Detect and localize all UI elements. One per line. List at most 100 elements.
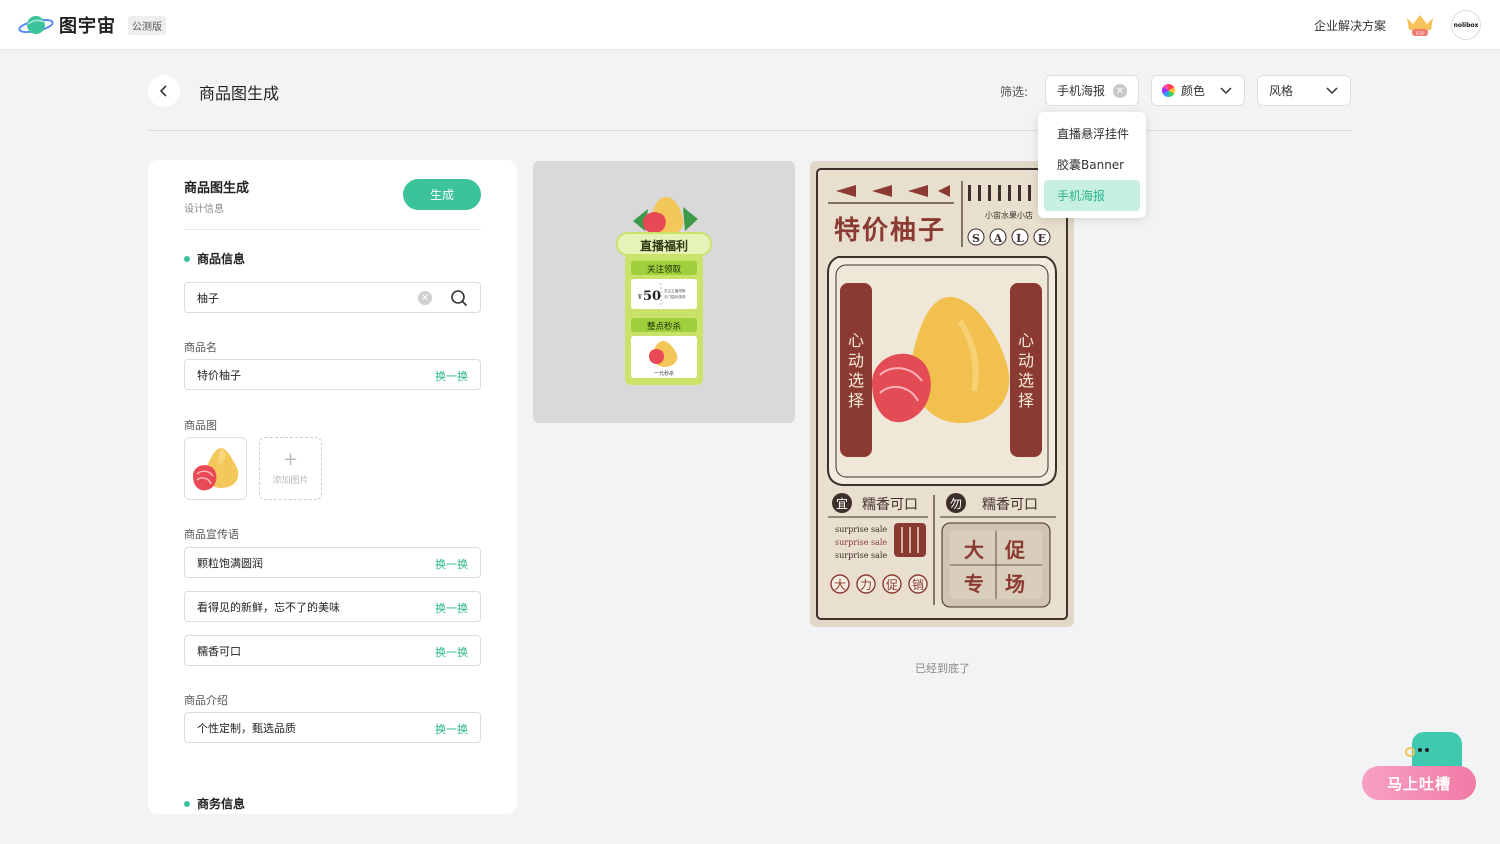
poster-headline: 特价柚子 — [834, 215, 946, 246]
flash-tag: 一元秒杀 — [654, 370, 674, 377]
top-navigation-bar: 图宇宙 公测版 企业解决方案 VIP nolibox — [0, 0, 1500, 50]
circle-char-2: 力 — [860, 578, 872, 592]
slogan-label: 商品宣传语 — [184, 528, 239, 541]
widget-title: 直播福利 — [640, 238, 688, 253]
tagline-left: 糯香可口 — [862, 497, 918, 513]
result-card-live-widget[interactable]: 直播福利 关注领取 ¥ 50 关注主播领取 无门槛优惠券 整点秒杀 一元秒杀 — [533, 161, 795, 423]
poster-preview: 小宙水果小店 特价柚子 S A L E 心 动 选 择 心 动 选 择 宜 糯香… — [816, 168, 1068, 620]
circle-char-1: 大 — [834, 578, 846, 592]
coupon-note-1: 关注主播领取 — [664, 288, 686, 293]
dropdown-item-live-widget[interactable]: 直播悬浮挂件 — [1044, 118, 1140, 149]
sale-letter-s: S — [972, 232, 980, 245]
dropdown-item-mobile-poster[interactable]: 手机海报 — [1044, 180, 1140, 211]
filter-type-value: 手机海报 — [1057, 84, 1106, 98]
back-button[interactable] — [148, 75, 180, 107]
flash-sale-label: 整点秒杀 — [647, 321, 682, 332]
left-side-char-2: 动 — [848, 351, 864, 370]
slogan-field-3[interactable]: 糯香可口 换一换 — [184, 635, 481, 666]
planet-logo-icon[interactable] — [18, 12, 54, 38]
poster-type-dropdown: 直播悬浮挂件 胶囊Banner 手机海报 — [1038, 112, 1146, 218]
slogan-value-2: 看得见的新鲜，忘不了的美味 — [197, 600, 340, 614]
user-avatar[interactable]: nolibox — [1451, 10, 1481, 40]
product-name-label: 商品名 — [184, 341, 217, 354]
shop-name: 小宙水果小店 — [985, 210, 1033, 220]
chevron-down-icon — [1326, 87, 1338, 95]
big-char-2: 促 — [1004, 538, 1026, 562]
brand-name[interactable]: 图宇宙 — [59, 12, 116, 38]
generate-button[interactable]: 生成 — [403, 179, 481, 210]
swap-intro-button[interactable]: 换一换 — [435, 721, 468, 737]
filter-style-select[interactable]: 风格 — [1257, 75, 1351, 106]
right-side-char-3: 选 — [1018, 371, 1034, 390]
slogan-value-1: 颗粒饱满圆润 — [197, 556, 263, 570]
add-image-label: 添加图片 — [272, 476, 309, 486]
swap-name-button[interactable]: 换一换 — [435, 368, 468, 384]
business-info-heading: 商务信息 — [184, 795, 245, 812]
product-info-label: 商品信息 — [197, 252, 246, 266]
filter-color-label: 颜色 — [1181, 84, 1206, 98]
swap-slogan-3-button[interactable]: 换一换 — [435, 644, 468, 660]
filter-type-select[interactable]: 手机海报 ✕ — [1045, 75, 1139, 106]
product-info-heading: 商品信息 — [184, 250, 245, 267]
live-widget-preview: 直播福利 关注领取 ¥ 50 关注主播领取 无门槛优惠券 整点秒杀 一元秒杀 — [616, 197, 712, 385]
sale-letter-e: E — [1038, 232, 1046, 245]
pomelo-image — [185, 438, 246, 499]
coupon-note-2: 无门槛优惠券 — [664, 294, 686, 299]
swap-slogan-1-button[interactable]: 换一换 — [435, 556, 468, 572]
product-image-thumbnail[interactable] — [184, 437, 247, 500]
search-icon[interactable] — [450, 289, 468, 307]
filter-color-select[interactable]: 颜色 — [1151, 75, 1245, 106]
intro-field[interactable]: 个性定制，甄选品质 换一换 — [184, 712, 481, 743]
feedback-button[interactable]: 马上吐槽 — [1362, 766, 1476, 800]
vip-crown-icon[interactable]: VIP — [1404, 12, 1436, 38]
vip-text: VIP — [1415, 31, 1426, 37]
result-card-mobile-poster[interactable]: 小宙水果小店 特价柚子 S A L E 心 动 选 择 心 动 选 择 宜 糯香… — [810, 161, 1074, 627]
clear-search-icon[interactable]: ✕ — [418, 291, 432, 305]
chevron-left-icon — [159, 85, 167, 97]
enterprise-solutions-link[interactable]: 企业解决方案 — [1314, 17, 1386, 34]
search-value: 柚子 — [197, 291, 219, 305]
big-char-4: 场 — [1005, 572, 1025, 596]
dropdown-item-capsule-banner[interactable]: 胶囊Banner — [1044, 149, 1140, 180]
product-name-field[interactable]: 特价柚子 换一换 — [184, 359, 481, 390]
business-info-label: 商务信息 — [197, 797, 246, 811]
slogan-field-2[interactable]: 看得见的新鲜，忘不了的美味 换一换 — [184, 591, 481, 622]
mascot-face-icon — [1405, 747, 1429, 757]
sale-letter-l: L — [1016, 232, 1024, 245]
end-of-list-note: 已经到底了 — [915, 662, 970, 675]
panel-title: 商品图生成 — [184, 181, 250, 196]
add-image-button[interactable]: + 添加图片 — [259, 437, 322, 500]
yi-char: 宜 — [836, 496, 848, 511]
page-title: 商品图生成 — [199, 84, 280, 103]
filter-label: 筛选: — [1000, 85, 1029, 99]
sale-letter-a: A — [993, 232, 1003, 245]
feedback-widget[interactable]: 马上吐槽 — [1362, 728, 1478, 802]
plus-icon: + — [282, 449, 299, 470]
section-dot — [184, 255, 190, 262]
product-image-label: 商品图 — [184, 419, 217, 432]
right-side-char-4: 择 — [1018, 391, 1034, 410]
coupon-value: 50 — [643, 289, 661, 304]
intro-value: 个性定制，甄选品质 — [197, 721, 296, 735]
surprise-line-1: surprise sale — [835, 525, 887, 534]
product-name-value: 特价柚子 — [197, 368, 241, 382]
surprise-line-2: surprise sale — [835, 538, 887, 547]
tagline-right: 糯香可口 — [982, 497, 1038, 513]
filter-style-label: 风格 — [1269, 84, 1294, 98]
big-char-3: 专 — [964, 572, 984, 596]
chevron-down-icon — [1220, 87, 1232, 95]
swap-slogan-2-button[interactable]: 换一换 — [435, 600, 468, 616]
intro-label: 商品介绍 — [184, 694, 228, 707]
panel-divider — [184, 229, 481, 230]
left-side-char-1: 心 — [848, 331, 864, 350]
clear-filter-icon[interactable]: ✕ — [1113, 84, 1127, 98]
circle-char-4: 销 — [912, 578, 924, 592]
coupon-currency: ¥ — [637, 294, 642, 301]
beta-badge: 公测版 — [128, 16, 166, 35]
right-side-char-2: 动 — [1018, 351, 1034, 370]
right-side-char-1: 心 — [1018, 331, 1034, 350]
product-search-input[interactable]: 柚子 ✕ — [184, 282, 481, 313]
follow-label: 关注领取 — [647, 264, 682, 275]
panel-subtitle: 设计信息 — [184, 204, 224, 215]
slogan-field-1[interactable]: 颗粒饱满圆润 换一换 — [184, 547, 481, 578]
